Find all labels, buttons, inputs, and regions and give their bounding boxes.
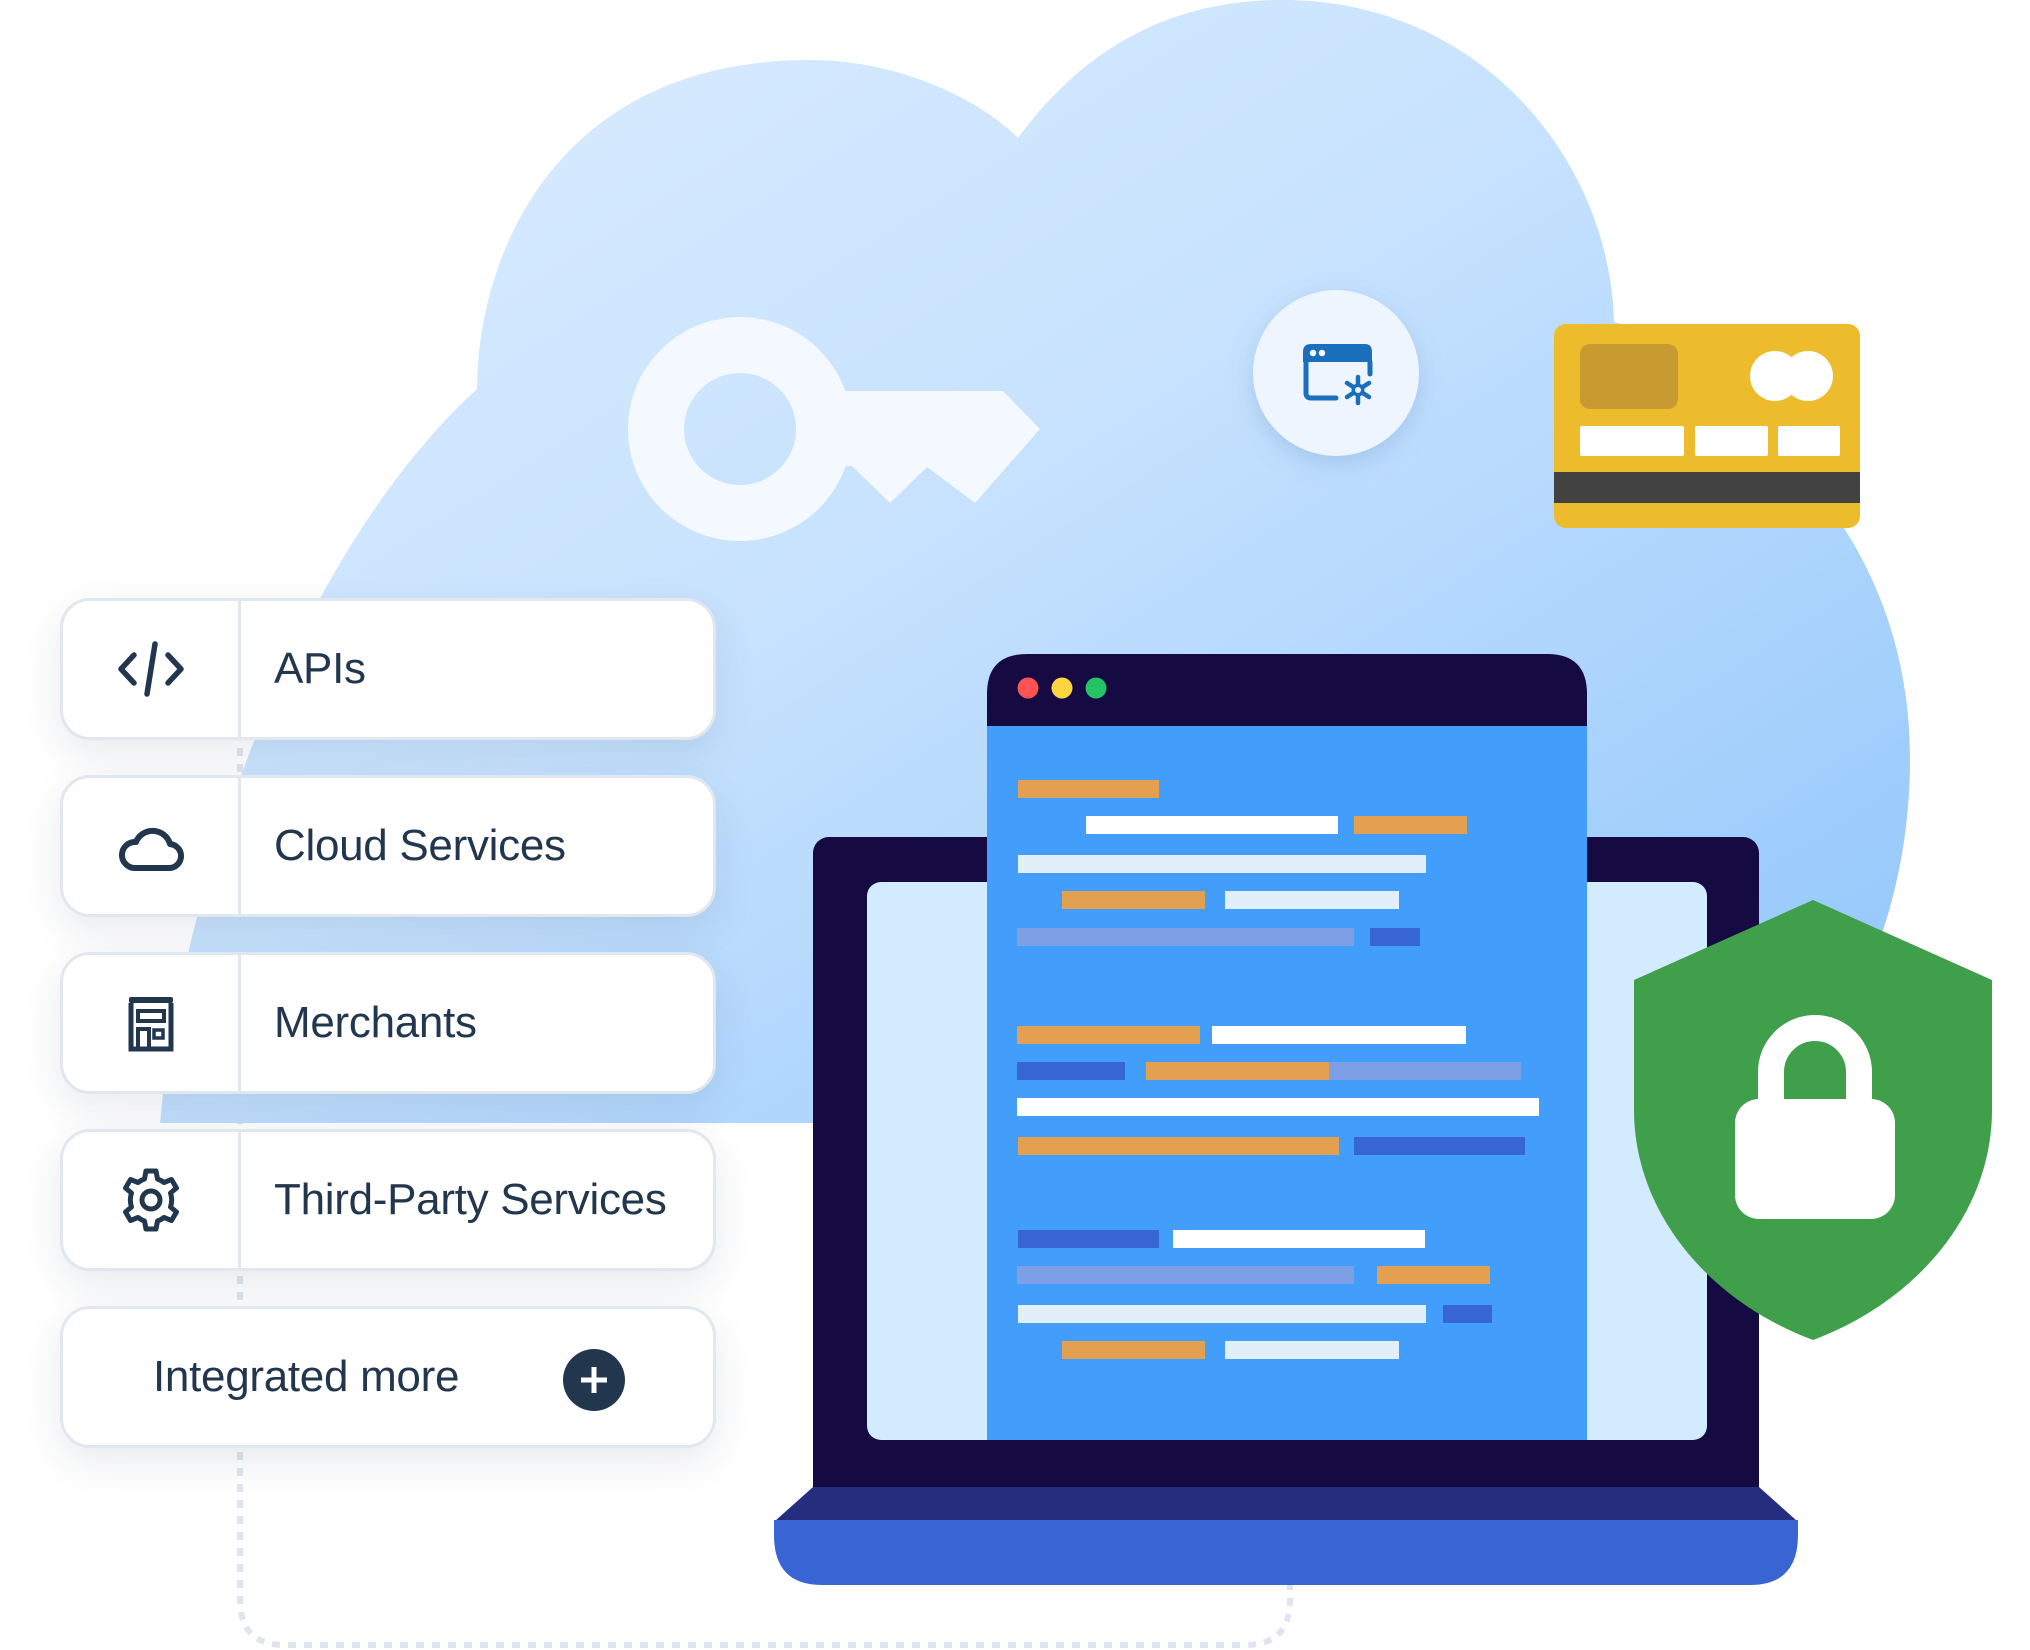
code-line-segment: [1062, 891, 1205, 909]
code-icon: [117, 641, 184, 697]
code-line-segment: [1017, 1098, 1539, 1116]
laptop-base: [774, 1520, 1798, 1585]
window-dot-green: [1085, 677, 1107, 699]
code-window-titlebar: [987, 654, 1587, 727]
code-line-segment: [1173, 1230, 1425, 1248]
code-line-segment: [1062, 1341, 1205, 1359]
integration-label: APIs: [274, 644, 366, 693]
code-line-segment: [1086, 816, 1338, 834]
integration-item-third-party-services[interactable]: Third-Party Services: [60, 1129, 716, 1271]
plus-circle-icon[interactable]: [563, 1349, 625, 1411]
code-line-segment: [1146, 1062, 1329, 1080]
icon-cell: [63, 955, 241, 1091]
code-line-segment: [1018, 1230, 1159, 1248]
integration-label: Cloud Services: [274, 821, 566, 870]
integration-label: Third-Party Services: [274, 1175, 667, 1224]
code-line-segment: [1354, 816, 1467, 834]
code-line-segment: [1212, 1026, 1466, 1044]
code-line-segment: [1225, 891, 1399, 909]
code-line-segment: [1225, 1341, 1399, 1359]
gear-icon: [122, 1168, 179, 1232]
laptop-hinge: [775, 1487, 1797, 1521]
storefront-icon: [128, 997, 173, 1052]
code-line-segment: [1018, 780, 1159, 798]
integration-item-cloud-services[interactable]: Cloud Services: [60, 775, 716, 917]
code-line-segment: [1443, 1305, 1492, 1323]
code-line-segment: [1018, 1305, 1426, 1323]
icon-cell: [63, 1132, 241, 1268]
window-dot-yellow: [1051, 677, 1073, 699]
credit-card-icon: [1554, 324, 1860, 528]
icon-cell: [63, 778, 241, 914]
code-line-segment: [1354, 1137, 1525, 1155]
integration-item-apis[interactable]: APIs: [60, 598, 716, 740]
code-line-segment: [1329, 1062, 1521, 1080]
code-line-segment: [1370, 928, 1420, 946]
code-line-segment: [1377, 1266, 1490, 1284]
integrated-more-label: Integrated more: [153, 1352, 460, 1401]
integration-item-merchants[interactable]: Merchants: [60, 952, 716, 1094]
cloud-icon: [118, 827, 184, 872]
code-line-segment: [1018, 1137, 1339, 1155]
code-line-segment: [1017, 928, 1354, 946]
integrated-more-button[interactable]: Integrated more: [60, 1306, 716, 1448]
code-line-segment: [1017, 1062, 1125, 1080]
window-dot-red: [1017, 677, 1039, 699]
code-line-segment: [1017, 1026, 1200, 1044]
icon-cell: [63, 601, 241, 737]
code-line-segment: [1018, 855, 1426, 873]
code-line-segment: [1017, 1266, 1354, 1284]
browser-settings-badge: [1253, 290, 1419, 456]
plus-icon: [581, 1367, 607, 1393]
integration-label: Merchants: [274, 998, 477, 1047]
